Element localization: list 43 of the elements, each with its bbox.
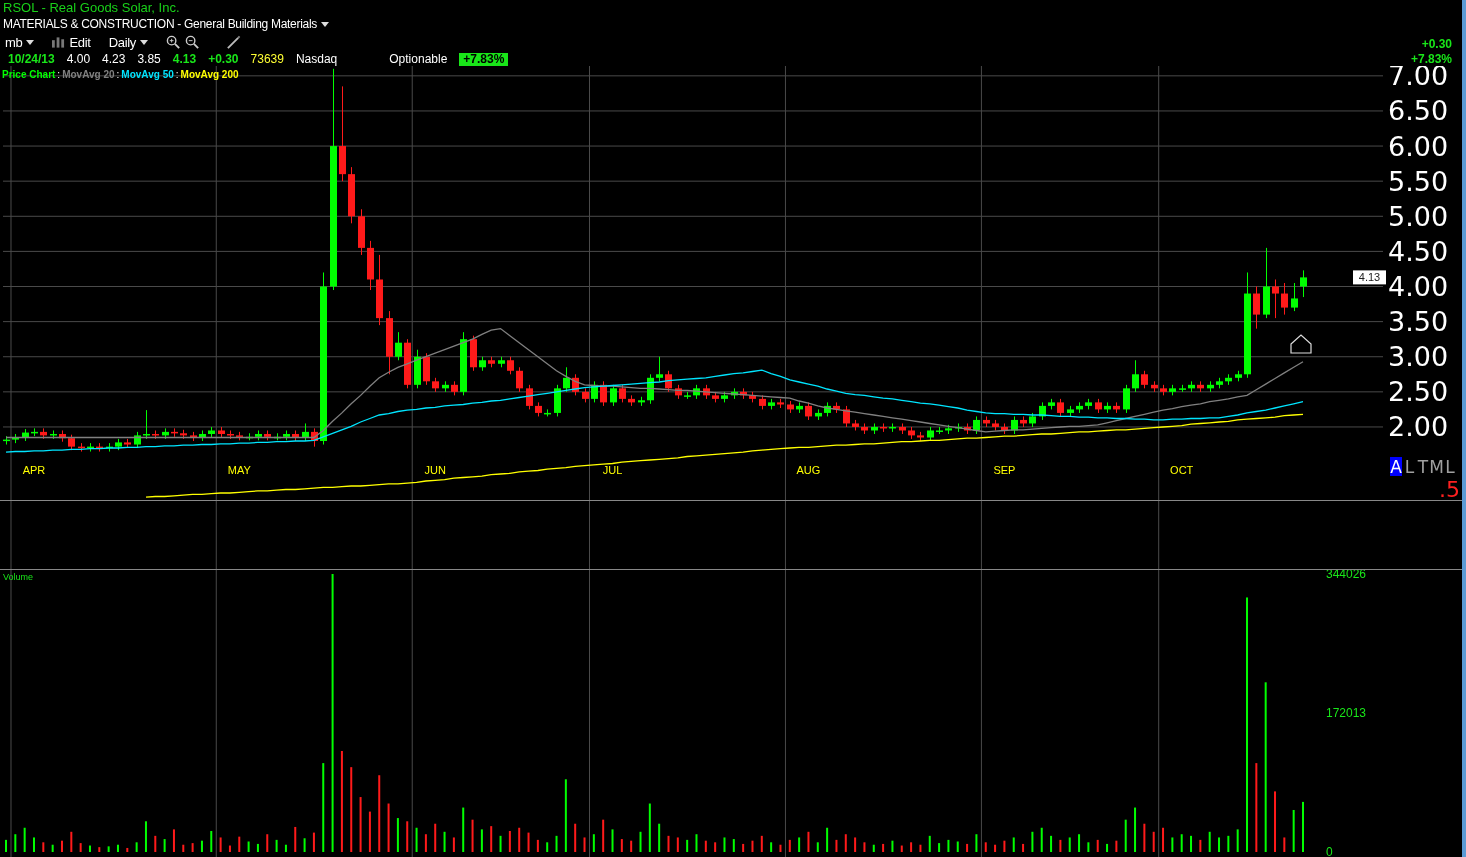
price-change: +0.30	[1421, 37, 1452, 52]
month-label: OCT	[1170, 464, 1194, 476]
price-chart-title: Price Chart	[2, 69, 56, 80]
legend-item: MovAvg 20	[62, 69, 115, 80]
low-price: 3.85	[137, 52, 161, 66]
stock-title: RSOL - Real Goods Solar, Inc.	[3, 0, 181, 16]
price-axis-label: 4.50	[1388, 235, 1449, 267]
percent-change: +7.83%	[1410, 52, 1452, 66]
month-label: SEP	[993, 464, 1016, 476]
exchange-name: Nasdaq	[295, 52, 338, 66]
open-price: 4.00	[66, 52, 91, 66]
high-price: 4.23	[102, 52, 126, 66]
price-axis-label: 6.50	[1388, 95, 1449, 127]
volume-axis-label: 344026	[1326, 570, 1367, 581]
price-axis-label: 3.50	[1388, 306, 1449, 338]
legend-item: MovAvg 200	[180, 69, 239, 80]
month-label: JUL	[602, 464, 623, 476]
optionable-label: Optionable	[389, 52, 448, 66]
price-axis-label: 2.00	[1388, 411, 1449, 443]
volume-title: Volume	[3, 572, 34, 582]
price-axis-label: 5.00	[1388, 200, 1449, 232]
legend-separator: :	[116, 69, 120, 80]
price-axis-label: 7.00	[1388, 66, 1449, 92]
volume-axis-label: 172013	[1326, 706, 1367, 720]
price-tag: 4.13	[1353, 270, 1386, 285]
quote-date: 10/24/13	[8, 52, 55, 66]
price-axis-label: 3.00	[1388, 341, 1449, 373]
price-axis-label: 5.50	[1388, 165, 1449, 197]
legend-separator: :	[57, 69, 61, 80]
month-label: APR	[22, 464, 46, 476]
price-change: +0.30	[208, 52, 239, 66]
last-price: 4.13	[172, 52, 197, 66]
month-label: AUG	[796, 464, 821, 476]
volume-axis-label: 0	[1326, 845, 1333, 857]
price-axis-label: 4.00	[1388, 271, 1449, 302]
price-axis-label: 2.50	[1388, 376, 1449, 408]
legend-separator: :	[175, 69, 179, 80]
volume-value: 73639	[250, 52, 284, 66]
percent-change-badge: +7.83%	[459, 52, 509, 66]
price-axis-label: 6.00	[1388, 130, 1449, 162]
month-label: JUN	[424, 464, 446, 476]
month-label: MAY	[227, 464, 251, 476]
legend-item: MovAvg 50	[121, 69, 174, 80]
